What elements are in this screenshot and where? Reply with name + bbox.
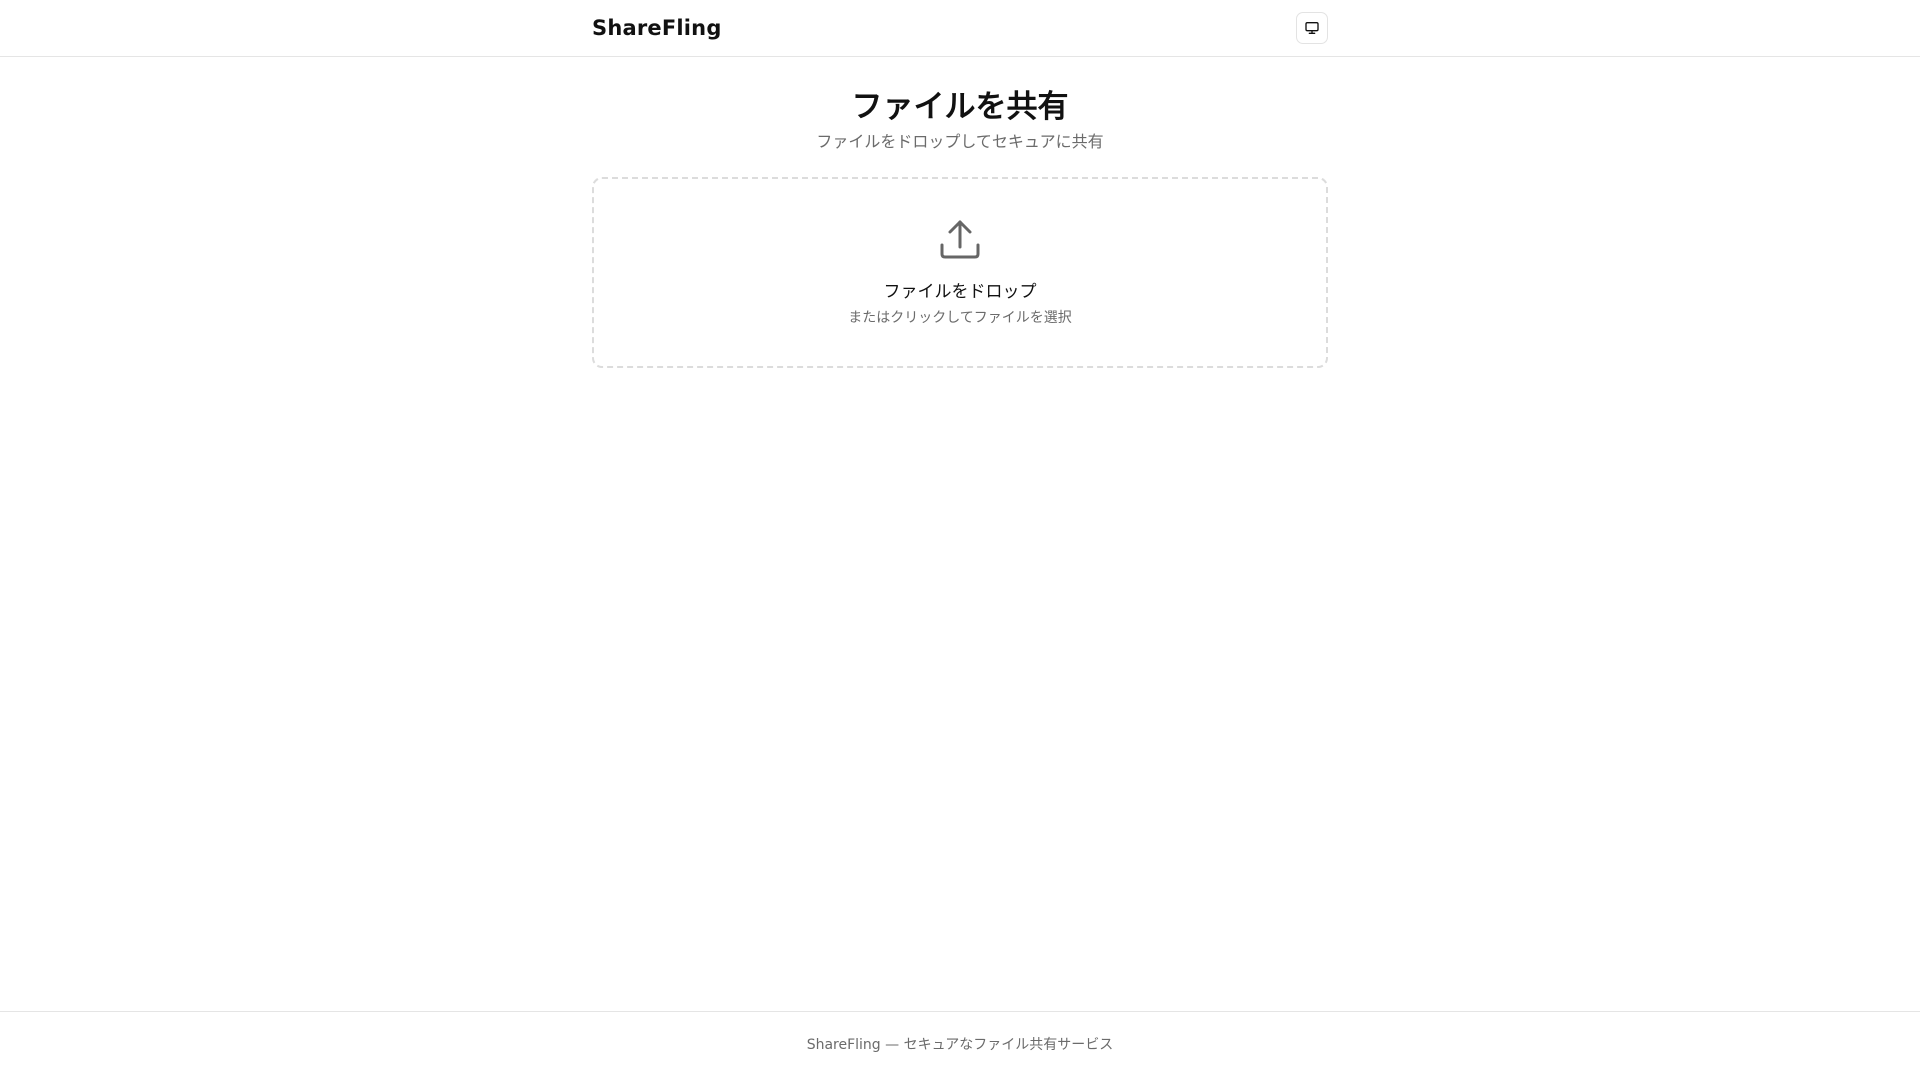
brand-logo-link[interactable]: ShareFling (592, 16, 722, 40)
main-content: ファイルを共有 ファイルをドロップしてセキュアに共有 ファイルをドロップ または… (592, 57, 1328, 368)
monitor-icon (1304, 20, 1320, 36)
dropzone-hint: またはクリックしてファイルを選択 (848, 310, 1072, 326)
top-bar-inner: ShareFling (592, 0, 1328, 56)
page-subtitle: ファイルをドロップしてセキュアに共有 (816, 132, 1104, 151)
file-dropzone[interactable]: ファイルをドロップ またはクリックしてファイルを選択 (592, 177, 1328, 368)
dropzone-title: ファイルをドロップ (883, 282, 1037, 302)
page: ShareFling ファイルを共有 ファイルをドロップしてセキュアに共有 ファ… (0, 0, 1920, 1080)
top-bar: ShareFling (0, 0, 1920, 57)
page-title: ファイルを共有 (851, 89, 1069, 125)
footer-text: ShareFling — セキュアなファイル共有サービス (806, 1037, 1114, 1053)
footer: ShareFling — セキュアなファイル共有サービス (0, 1011, 1920, 1080)
upload-icon (938, 179, 982, 261)
theme-toggle-button[interactable] (1296, 12, 1328, 44)
